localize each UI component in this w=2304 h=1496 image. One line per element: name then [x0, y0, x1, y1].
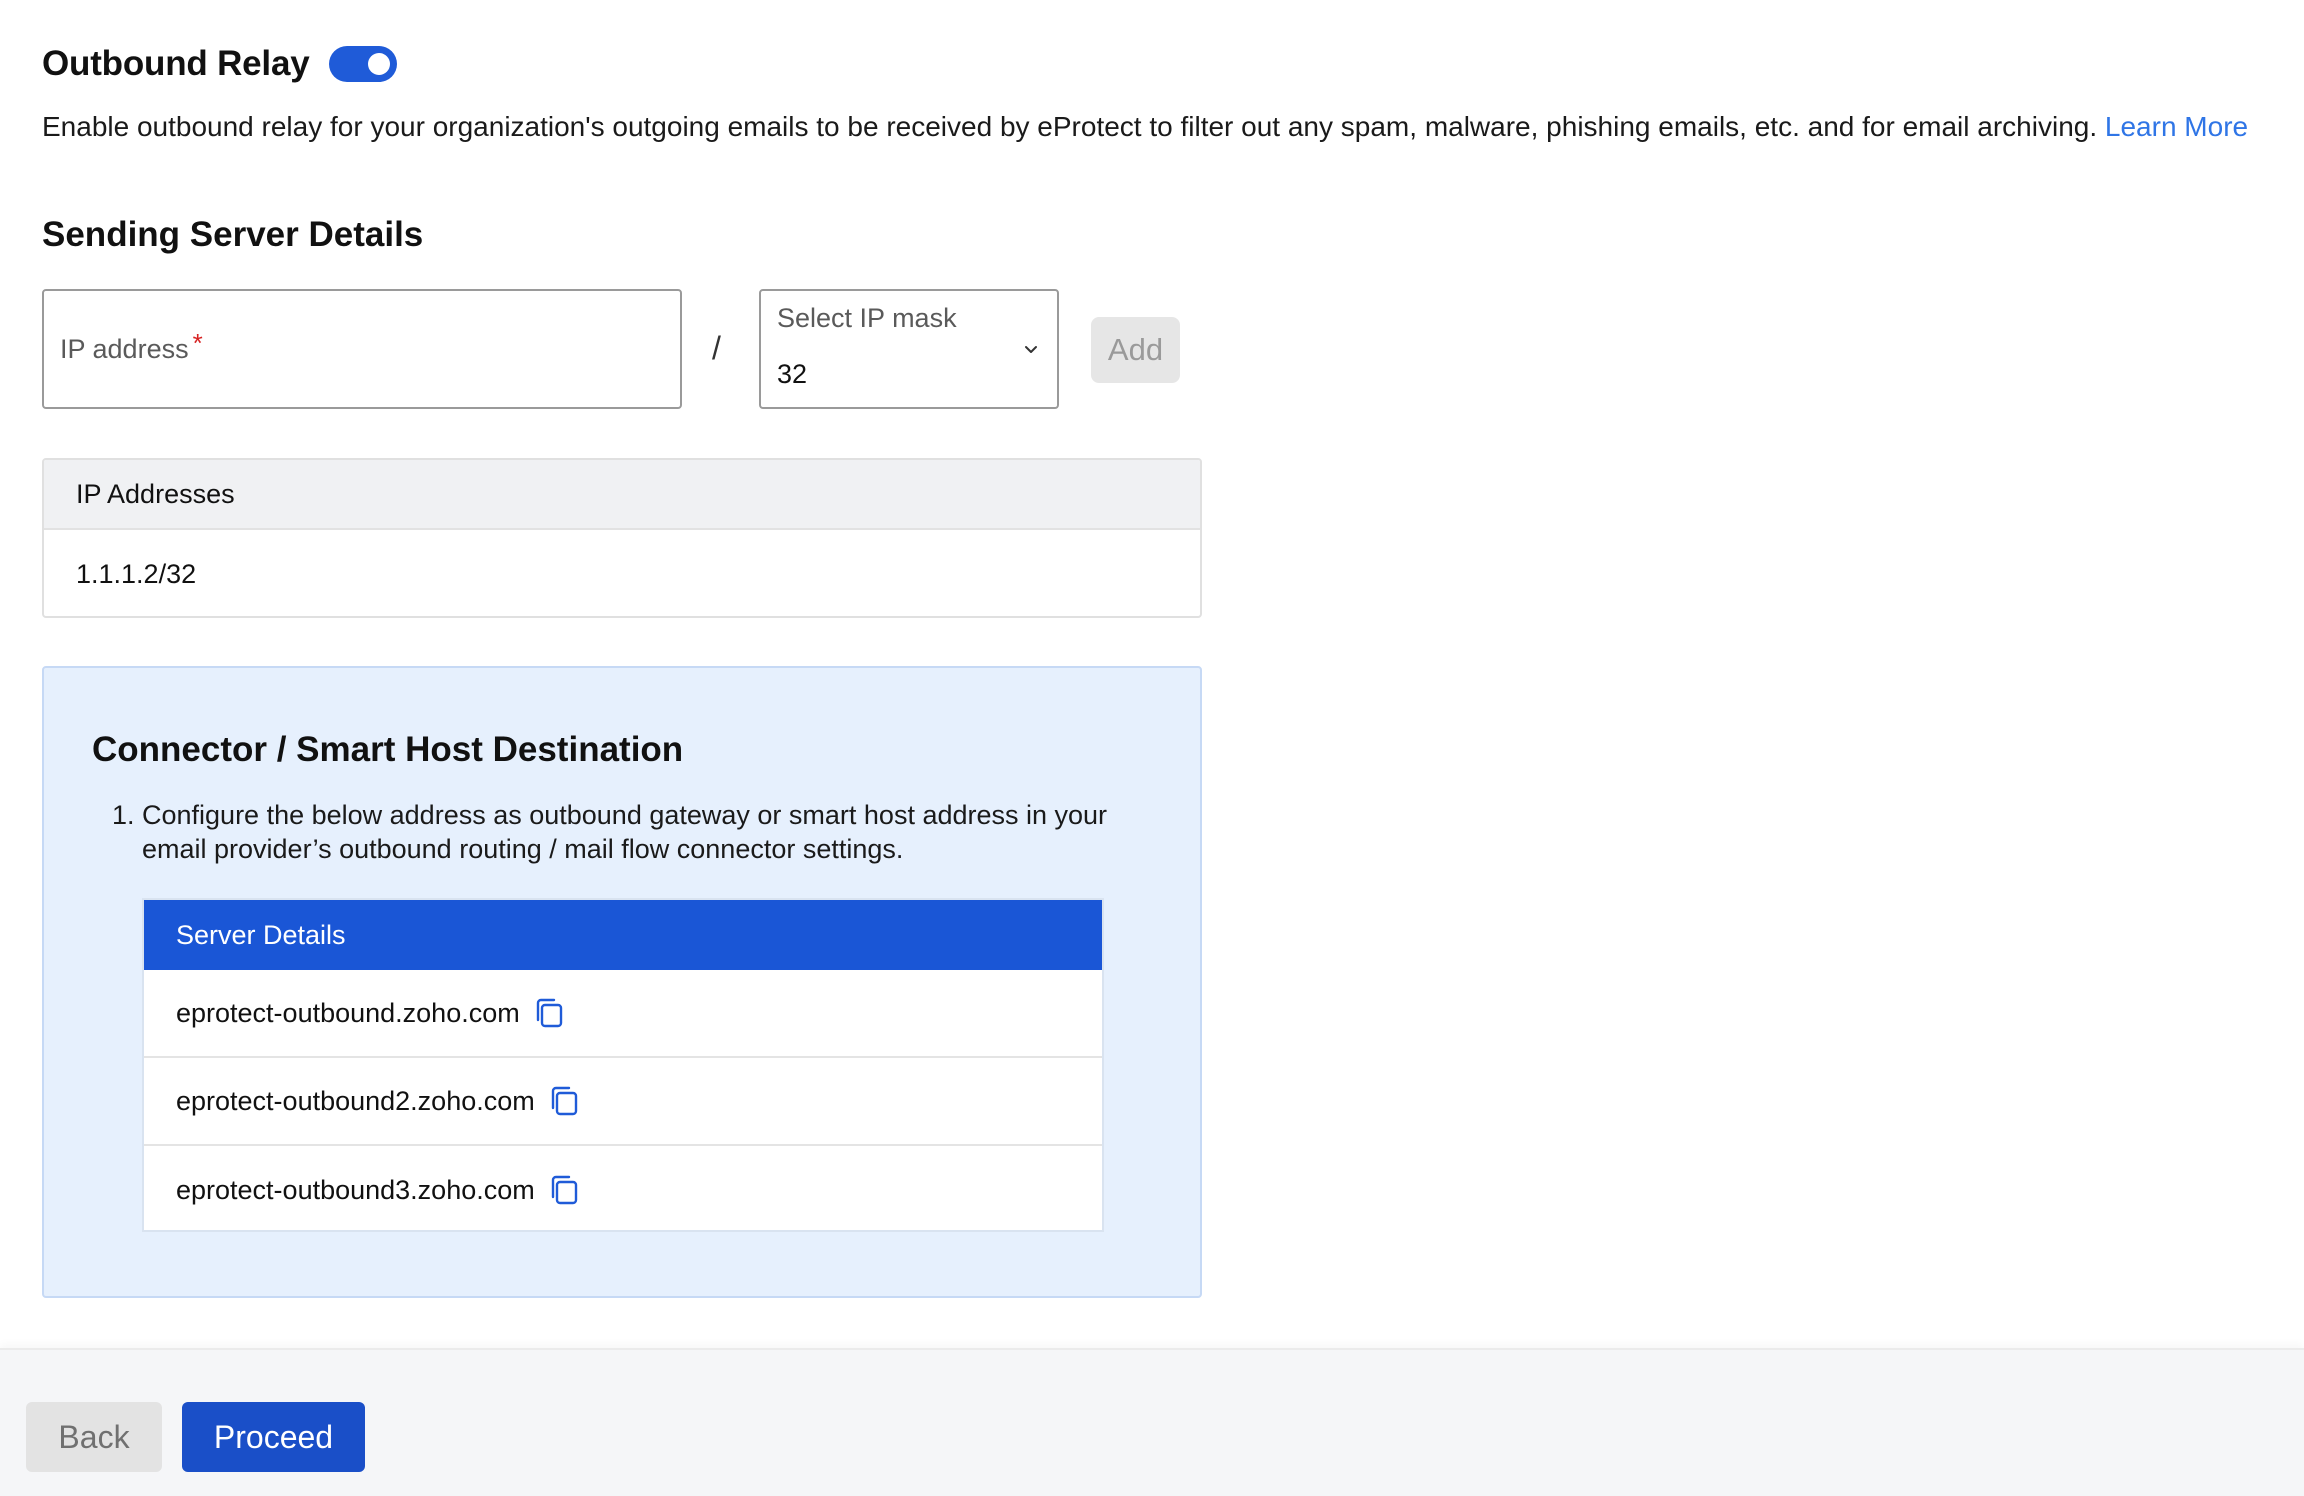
server-address: eprotect-outbound2.zoho.com [176, 1085, 535, 1116]
page-title: Outbound Relay [42, 44, 310, 83]
ip-mask-label: Select IP mask [777, 303, 957, 333]
sending-server-title: Sending Server Details [42, 215, 424, 254]
ip-address-input[interactable]: IP address * [42, 289, 682, 409]
table-row: eprotect-outbound3.zoho.com [144, 1146, 1102, 1234]
required-asterisk: * [192, 327, 203, 358]
copy-icon[interactable] [534, 997, 564, 1029]
step-text: Configure the below address as outbound … [142, 800, 1108, 864]
copy-icon[interactable] [549, 1174, 579, 1206]
table-row: eprotect-outbound.zoho.com [144, 970, 1102, 1058]
table-row: 1.1.1.2/32 [76, 558, 197, 589]
relay-description-text: Enable outbound relay for your organizat… [42, 111, 2098, 142]
copy-icon[interactable] [549, 1085, 579, 1117]
server-address: eprotect-outbound3.zoho.com [176, 1174, 535, 1205]
ip-addresses-table: IP Addresses 1.1.1.2/32 [42, 458, 1202, 618]
connector-destination-panel: Connector / Smart Host Destination 1. Co… [42, 666, 1202, 1298]
server-details-table: Server Details eprotect-outbound.zoho.co… [142, 898, 1104, 1232]
step-number: 1. [112, 800, 135, 830]
outbound-relay-page: Outbound Relay Enable outbound relay for… [0, 0, 2304, 1496]
relay-description: Enable outbound relay for your organizat… [42, 111, 2248, 143]
ip-addresses-header: IP Addresses [44, 460, 1200, 530]
outbound-relay-header: Outbound Relay [42, 44, 398, 84]
server-details-header: Server Details [144, 900, 1102, 970]
server-address: eprotect-outbound.zoho.com [176, 997, 520, 1028]
footer-bar: Back Proceed [0, 1348, 2304, 1496]
add-button[interactable]: Add [1091, 317, 1180, 383]
table-row: eprotect-outbound2.zoho.com [144, 1058, 1102, 1146]
ip-mask-value: 32 [777, 359, 808, 389]
outbound-relay-toggle[interactable] [329, 46, 398, 82]
ip-mask-separator: / [712, 330, 721, 366]
proceed-button[interactable]: Proceed [182, 1402, 365, 1472]
back-button[interactable]: Back [26, 1402, 162, 1472]
ip-address-label: IP address [60, 333, 189, 364]
toggle-knob [368, 53, 391, 75]
chevron-down-icon [1025, 346, 1037, 353]
ip-mask-select[interactable]: Select IP mask 32 [759, 289, 1059, 409]
learn-more-link[interactable]: Learn More [2105, 111, 2248, 142]
connector-title: Connector / Smart Host Destination [92, 730, 684, 769]
connector-step-1: 1. Configure the below address as outbou… [112, 798, 1112, 866]
